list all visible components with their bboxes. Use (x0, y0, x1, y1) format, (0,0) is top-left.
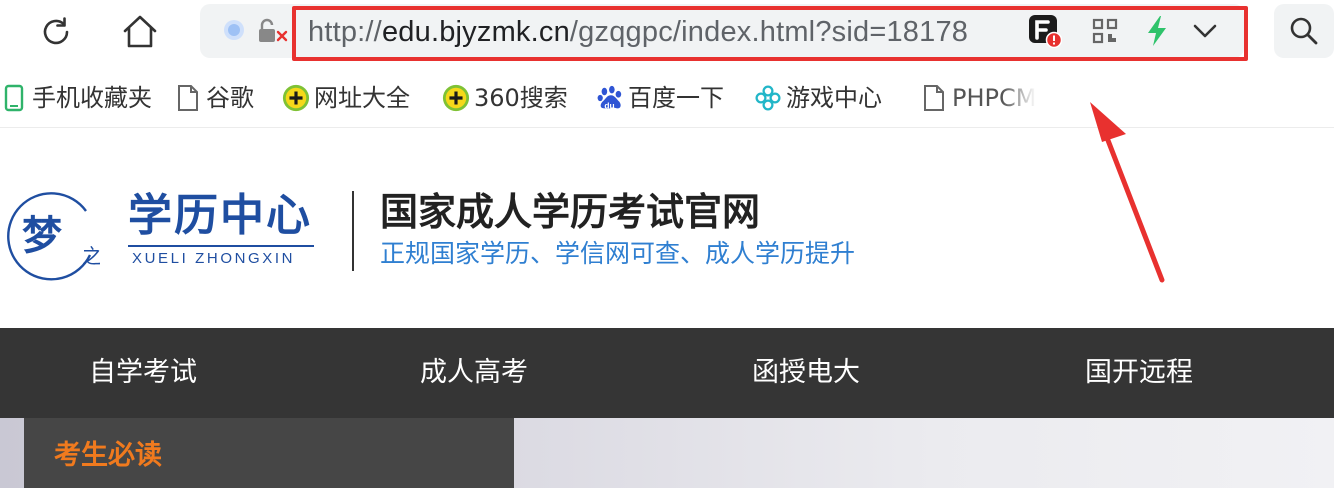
browser-toolbar: http://edu.bjyzmk.cn/gzqgpc/index.html?s… (0, 0, 1334, 68)
main-nav: 自学考试 成人高考 函授电大 国开远程 (0, 328, 1334, 418)
insecure-lock-icon[interactable] (256, 14, 290, 48)
bookmark-phpcm[interactable]: PHPCM (920, 80, 1036, 116)
bookmark-baidu[interactable]: du 百度一下 (596, 80, 724, 116)
nav-item-adult-college-exam[interactable]: 成人高考 (420, 328, 528, 418)
logo-char: 梦 (22, 212, 62, 259)
plus-circle-icon (442, 83, 470, 113)
bookmark-mobile-favorites[interactable]: 手机收藏夹 (0, 80, 152, 116)
bookmark-label: PHPCM (952, 84, 1037, 112)
nav-item-correspondence[interactable]: 函授电大 (752, 328, 860, 418)
bookmark-google[interactable]: 谷歌 (174, 80, 254, 116)
nav-item-self-study-exam[interactable]: 自学考试 (89, 328, 197, 418)
phone-icon (0, 83, 28, 113)
svg-text:du: du (604, 100, 614, 110)
bookmark-label: 游戏中心 (786, 84, 882, 112)
bookmark-game-center[interactable]: 游戏中心 (754, 80, 882, 116)
logo-pinyin: XUELI ZHONGXIN (132, 250, 296, 267)
plus-circle-icon (282, 83, 310, 113)
site-slogan: 正规国家学历、学信网可查、成人学历提升 (380, 239, 856, 268)
home-icon (123, 15, 157, 48)
page-icon (920, 83, 948, 113)
header-divider (352, 191, 354, 271)
home-button[interactable] (118, 10, 162, 54)
logo-small-char: 之 (82, 244, 100, 268)
nav-item-open-distance[interactable]: 国开远程 (1085, 328, 1193, 418)
bookmark-label: 360搜索 (474, 84, 568, 112)
logo-emblem: 梦 之 (7, 192, 100, 281)
bookmark-label: 谷歌 (206, 84, 254, 112)
logo-title: 学历中心 (128, 190, 312, 241)
annotation-arrow (1090, 102, 1165, 283)
bookmark-web-directory[interactable]: 网址大全 (282, 80, 410, 116)
search-icon (1290, 17, 1318, 45)
page-icon (174, 83, 202, 113)
url-highlight-box (292, 6, 1248, 61)
search-button[interactable] (1274, 4, 1334, 58)
side-panel-title[interactable]: 考生必读 (54, 436, 162, 476)
refresh-button[interactable] (34, 10, 78, 54)
bookmark-360-search[interactable]: 360搜索 (442, 80, 568, 116)
bookmark-label: 手机收藏夹 (32, 84, 152, 112)
refresh-icon (43, 17, 69, 45)
site-status-icon[interactable] (222, 18, 246, 42)
logo-underline (128, 245, 314, 247)
bookmark-label: 网址大全 (314, 84, 410, 112)
game-clover-icon (754, 83, 782, 113)
bookmark-label: 百度一下 (628, 84, 724, 112)
baidu-paw-icon: du (596, 83, 624, 113)
site-title: 国家成人学历考试官网 (380, 190, 761, 234)
